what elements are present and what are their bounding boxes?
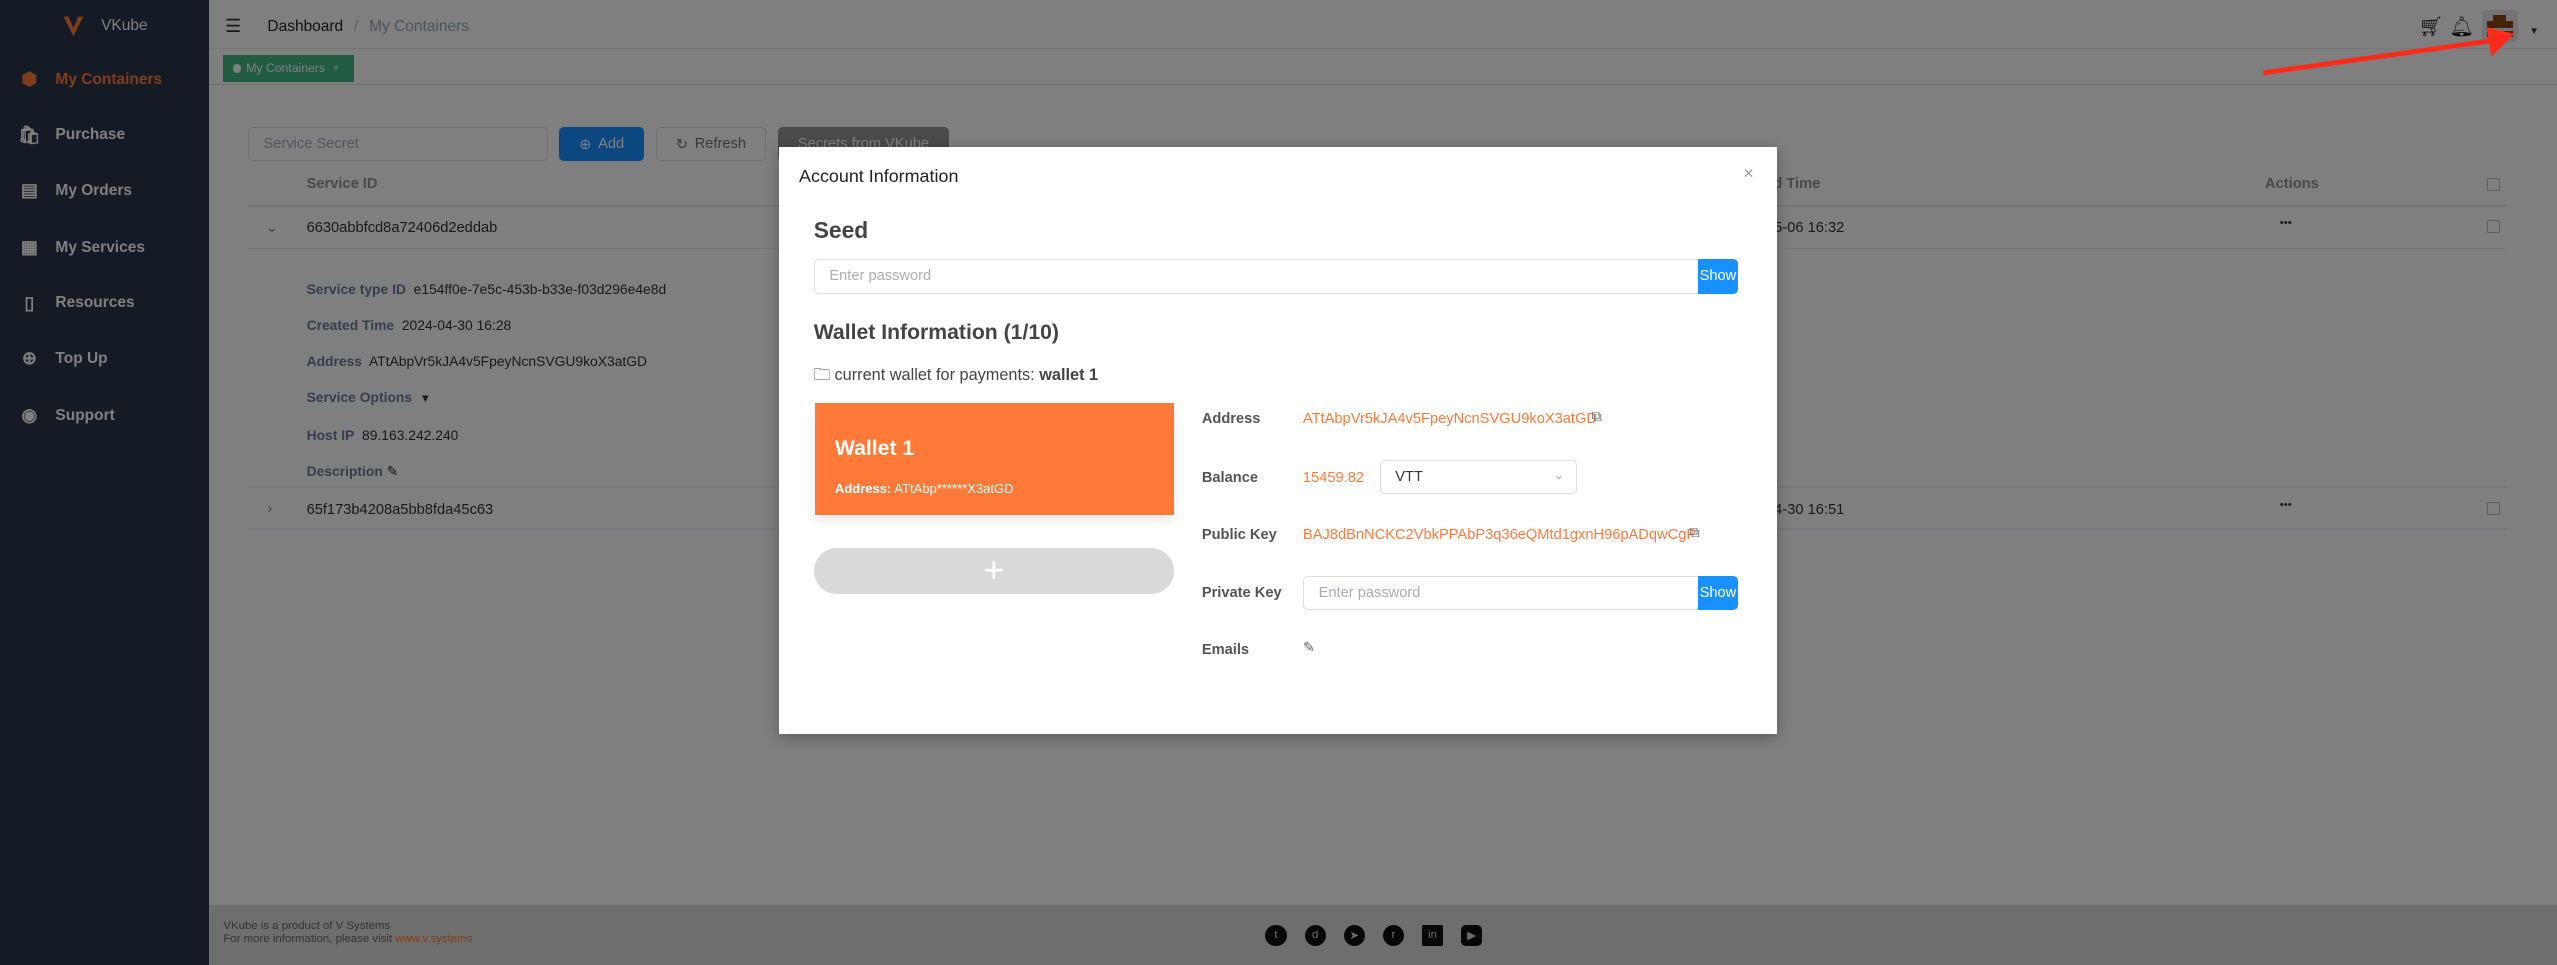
currency-select[interactable]: VTT ⌄ [1379, 459, 1577, 495]
wallet-card[interactable]: Wallet 1 Address: ATtAbp******X3atGD [815, 402, 1175, 516]
copy-icon[interactable]: ⧉ [1689, 525, 1699, 541]
account-information-dialog: Account Information × Seed Enter passwor… [779, 146, 1778, 734]
private-key-label: Private Key [1201, 585, 1282, 602]
plus-icon: + [983, 550, 1005, 591]
folder-icon: 🗀︎ [813, 365, 830, 384]
chevron-down-icon: ⌄ [1553, 467, 1565, 483]
address-label: Address [1201, 410, 1261, 427]
private-key-show-button[interactable]: Show [1697, 575, 1739, 610]
edit-emails-icon[interactable]: ✎ [1303, 639, 1315, 656]
close-icon[interactable]: × [1743, 163, 1753, 184]
balance-label: Balance [1201, 469, 1259, 486]
balance-value: 15459.82 [1302, 469, 1365, 486]
wallet-address-label: Address: [834, 481, 892, 497]
emails-label: Emails [1201, 642, 1250, 659]
seed-show-button[interactable]: Show [1697, 259, 1739, 294]
public-key-value: BAJ8dBnNCKC2VbkPPAbP3q36eQMtd1gxnH96pADq… [1302, 526, 1697, 543]
wallet-full-address: ATtAbpVr5kJA4v5FpeyNcnSVGU9koX3atGD [1302, 410, 1597, 427]
current-wallet-name: wallet 1 [1039, 365, 1099, 384]
private-key-password-input[interactable]: Enter password [1302, 575, 1700, 610]
current-wallet-label: current wallet for payments: [834, 365, 1040, 384]
wallet-name: Wallet 1 [834, 437, 915, 460]
wallet-heading: Wallet Information (1/10) [813, 321, 1059, 345]
wallet-address: ATtAbp******X3atGD [894, 481, 1014, 497]
seed-password-input[interactable]: Enter password [813, 259, 1700, 294]
copy-icon[interactable]: ⧉ [1592, 409, 1602, 425]
add-wallet-button[interactable]: + [813, 547, 1175, 594]
seed-heading: Seed [813, 216, 869, 243]
currency-value: VTT [1395, 468, 1423, 485]
dialog-title: Account Information [799, 166, 959, 187]
current-wallet: 🗀︎ current wallet for payments: wallet 1 [814, 364, 1098, 391]
public-key-label: Public Key [1201, 526, 1277, 543]
red-annotation-arrow [2263, 27, 2515, 76]
